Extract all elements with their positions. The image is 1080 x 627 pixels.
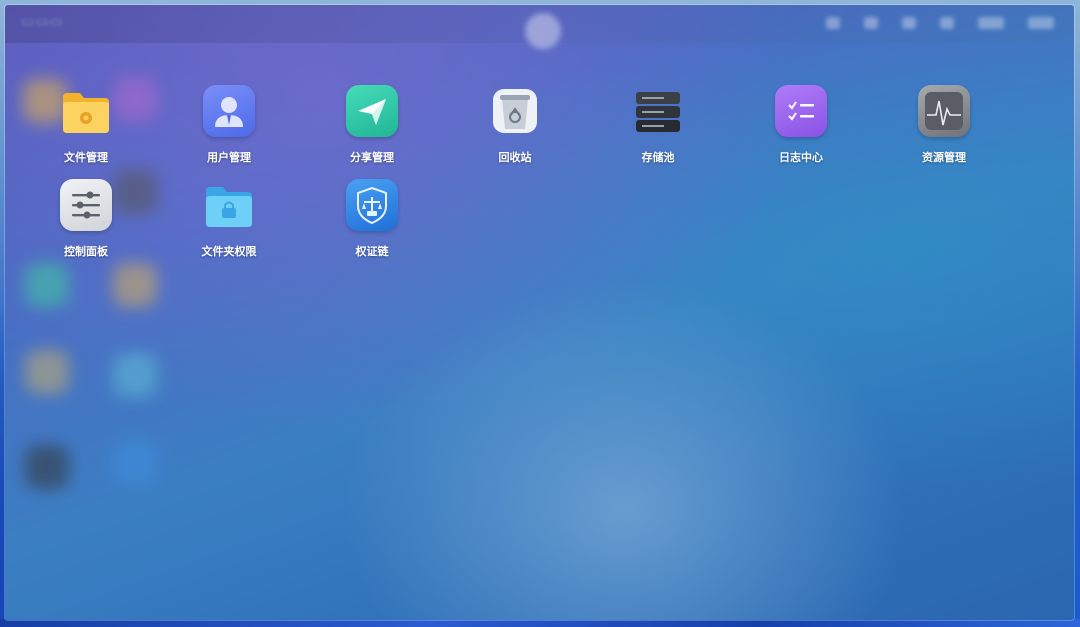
system-tray	[826, 17, 1054, 29]
app-label: 日志中心	[779, 151, 823, 164]
avatar-icon[interactable]	[525, 13, 561, 49]
tray-icon[interactable]	[826, 17, 840, 29]
app-share-manager[interactable]: 分享管理	[317, 85, 427, 165]
blurred-background-shape	[25, 445, 69, 489]
tray-icon[interactable]	[864, 17, 878, 29]
app-recycle-bin[interactable]: 回收站	[460, 85, 570, 165]
share-send-icon	[346, 85, 398, 137]
blurred-background-shape	[113, 263, 157, 307]
blurred-background-shape	[25, 350, 69, 394]
top-bar: ▭▭▭	[5, 5, 1074, 49]
app-folder-permission[interactable]: 文件夹权限	[174, 179, 284, 259]
app-chain[interactable]: 权证链	[317, 179, 427, 259]
blurred-background-shape	[113, 440, 157, 484]
app-label: 资源管理	[922, 151, 966, 164]
tray-icon[interactable]	[978, 17, 1004, 29]
blurred-background-shape	[25, 263, 69, 307]
app-control-panel[interactable]: 控制面板	[31, 179, 141, 259]
tray-icon[interactable]	[940, 17, 954, 29]
app-storage-pool[interactable]: 存储池	[603, 85, 713, 165]
resource-monitor-icon	[918, 85, 970, 137]
log-checklist-icon	[775, 85, 827, 137]
nas-desktop-window: ▭▭▭ 文件管理 用户管理 分享管理 回收站 存储池 日志中心 资源管理 控制面…	[5, 5, 1074, 620]
app-label: 文件夹权限	[201, 245, 257, 258]
app-resource-manager[interactable]: 资源管理	[889, 85, 999, 165]
app-label: 回收站	[498, 151, 532, 164]
control-sliders-icon	[60, 179, 112, 231]
folder-settings-icon	[60, 85, 112, 137]
app-label: 权证链	[355, 245, 389, 258]
blockchain-shield-icon	[346, 179, 398, 231]
recycle-bin-icon	[489, 85, 541, 137]
app-label: 用户管理	[207, 151, 251, 164]
brand-logo-icon: ▭▭▭	[21, 14, 64, 30]
app-label: 存储池	[641, 151, 675, 164]
app-label: 分享管理	[350, 151, 394, 164]
app-label: 文件管理	[64, 151, 108, 164]
blurred-background-shape	[113, 353, 157, 397]
app-user-manager[interactable]: 用户管理	[174, 85, 284, 165]
user-icon	[203, 85, 255, 137]
storage-pool-icon	[632, 85, 684, 137]
tray-icon[interactable]	[1028, 17, 1054, 29]
folder-lock-icon	[203, 179, 255, 231]
app-log-center[interactable]: 日志中心	[746, 85, 856, 165]
app-file-manager[interactable]: 文件管理	[31, 85, 141, 165]
taskbar	[0, 619, 1080, 627]
app-label: 控制面板	[64, 245, 108, 258]
tray-icon[interactable]	[902, 17, 916, 29]
